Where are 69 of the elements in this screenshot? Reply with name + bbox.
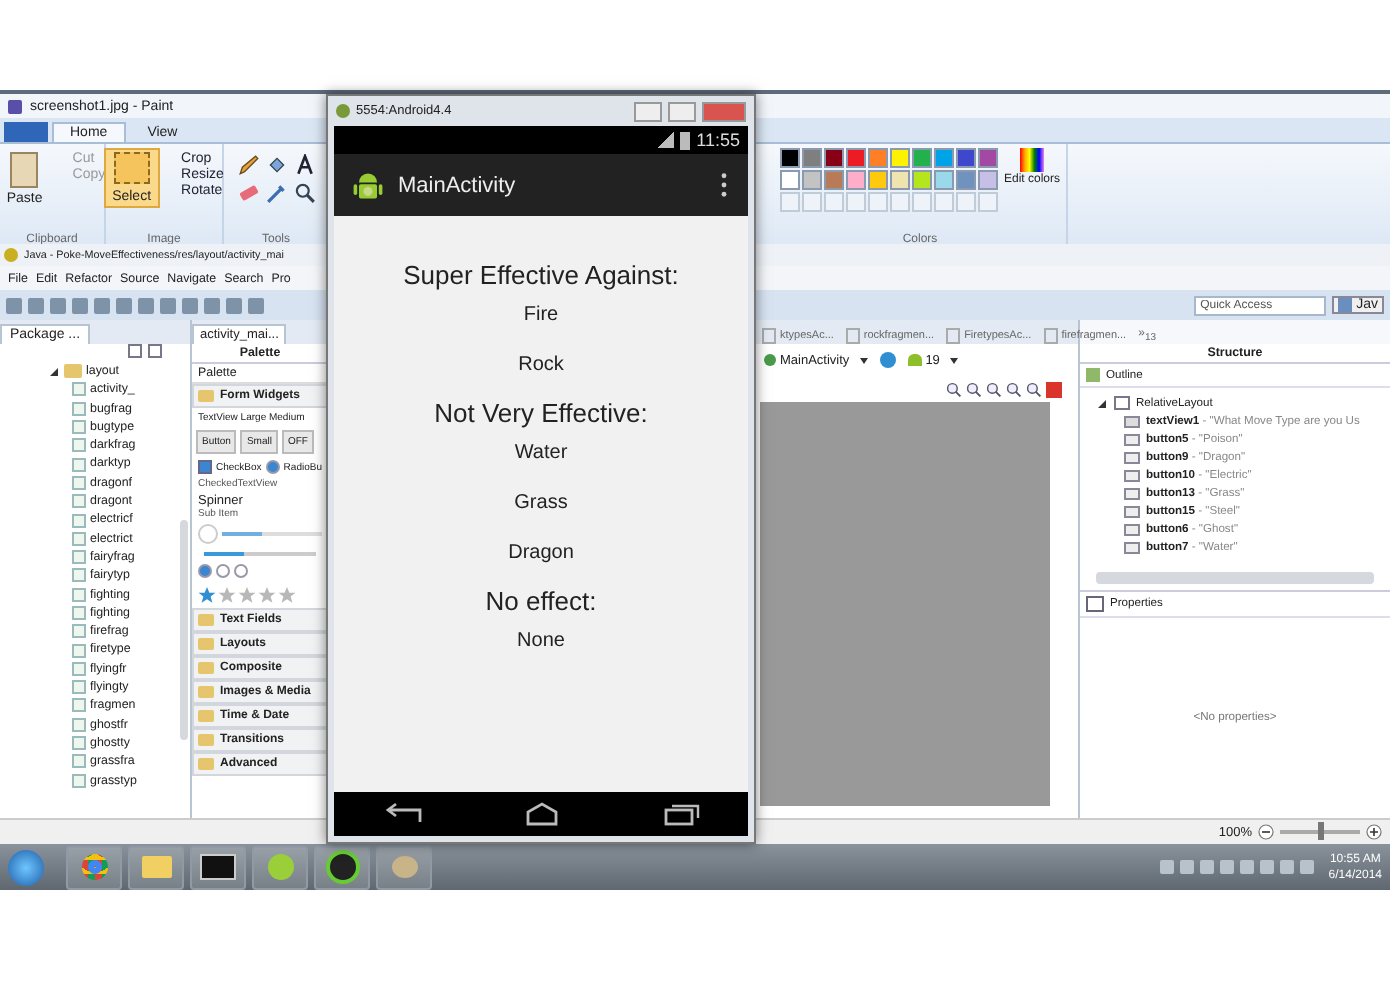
- status-time: 11:55: [696, 130, 740, 150]
- color-picker-icon[interactable]: [265, 182, 287, 204]
- zoom-out-button[interactable]: [1258, 824, 1274, 840]
- color-swatch[interactable]: [956, 148, 976, 168]
- color-swatch[interactable]: [824, 170, 844, 190]
- color-swatch[interactable]: [956, 170, 976, 190]
- taskbar-button[interactable]: [190, 845, 246, 889]
- color-swatch[interactable]: [934, 148, 954, 168]
- radio-button[interactable]: [234, 564, 248, 578]
- signal-icon: [658, 132, 675, 148]
- color-swatch[interactable]: [868, 148, 888, 168]
- result-text: Fire: [523, 304, 559, 326]
- color-swatch[interactable]: [978, 170, 998, 190]
- result-text: Grass: [514, 492, 568, 514]
- zoom-icon[interactable]: [966, 381, 982, 397]
- result-text: No effect:: [485, 586, 597, 616]
- zoom-slider-thumb[interactable]: [1318, 822, 1324, 840]
- start-button[interactable]: [8, 849, 44, 885]
- result-text: Not Very Effective:: [434, 398, 648, 428]
- overflow-menu-icon[interactable]: [720, 172, 728, 198]
- color-swatch[interactable]: [824, 148, 844, 168]
- color-swatch[interactable]: [934, 170, 954, 190]
- folder-icon: [64, 364, 82, 379]
- scrollbar[interactable]: [1096, 572, 1374, 584]
- text-tool-icon[interactable]: [293, 154, 315, 176]
- result-text: Rock: [518, 354, 564, 376]
- browser-icon: [81, 854, 107, 880]
- color-swatch[interactable]: [978, 148, 998, 168]
- minimize-button[interactable]: [634, 101, 662, 121]
- color-swatch[interactable]: [890, 148, 910, 168]
- color-swatch[interactable]: [802, 170, 822, 190]
- app-title: MainActivity: [398, 173, 516, 197]
- zoom-icon[interactable]: [1006, 381, 1022, 397]
- radio-button[interactable]: [265, 460, 280, 474]
- result-text: Dragon: [508, 542, 574, 564]
- color-swatch[interactable]: [802, 148, 822, 168]
- battery-icon: [680, 131, 691, 149]
- magnifier-icon[interactable]: [293, 182, 315, 204]
- radio-button[interactable]: [198, 564, 212, 578]
- scrollbar[interactable]: [180, 520, 188, 740]
- zoom-icon[interactable]: [986, 381, 1002, 397]
- android-robot-icon: [350, 167, 386, 203]
- color-swatch[interactable]: [780, 170, 800, 190]
- taskbar-button[interactable]: [314, 845, 370, 889]
- color-swatch[interactable]: [868, 170, 888, 190]
- close-button[interactable]: [702, 101, 746, 121]
- result-text: Super Effective Against:: [403, 260, 679, 290]
- progress-circle-icon: [198, 524, 218, 544]
- globe-icon[interactable]: [879, 352, 896, 368]
- zoom-icon[interactable]: [946, 381, 962, 397]
- result-text: Water: [514, 442, 568, 464]
- zoom-in-button[interactable]: [1366, 824, 1382, 840]
- maximize-button[interactable]: [668, 101, 696, 121]
- color-swatch[interactable]: [912, 170, 932, 190]
- color-swatch[interactable]: [846, 148, 866, 168]
- color-swatch[interactable]: [890, 170, 910, 190]
- fill-bucket-icon[interactable]: [265, 154, 287, 176]
- radio-button[interactable]: [216, 564, 230, 578]
- result-text: None: [517, 630, 565, 652]
- folder-icon: [141, 856, 171, 878]
- expand-arrow-icon[interactable]: [48, 365, 60, 378]
- expand-arrow-icon[interactable]: [1096, 397, 1108, 409]
- pencil-icon[interactable]: [237, 154, 259, 176]
- color-swatch[interactable]: [846, 170, 866, 190]
- checkbox[interactable]: [198, 460, 212, 474]
- terminal-icon: [200, 854, 236, 880]
- zoom-icon[interactable]: [1026, 381, 1042, 397]
- color-swatch[interactable]: [912, 148, 932, 168]
- color-swatch[interactable]: [780, 148, 800, 168]
